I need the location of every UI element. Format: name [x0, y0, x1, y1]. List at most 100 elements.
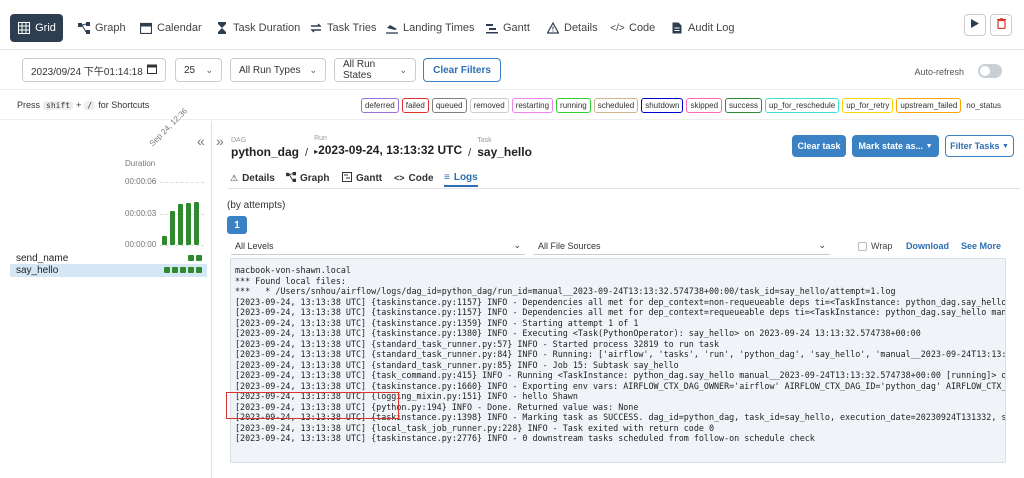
- log-level-select[interactable]: All Levels ⌄: [231, 237, 525, 255]
- tab-code[interactable]: </> Code: [605, 14, 661, 42]
- date-picker[interactable]: 2023/09/24 下午01:14:18: [22, 58, 166, 82]
- legend-queued[interactable]: queued: [431, 98, 467, 113]
- run-state-select[interactable]: All Run States ⌄: [334, 58, 416, 82]
- task-instance-success[interactable]: [172, 267, 178, 273]
- run-count-value: 25: [184, 64, 196, 76]
- breadcrumb-dag[interactable]: DAG python_dag: [231, 137, 299, 159]
- tab-task-graph[interactable]: Graph: [286, 169, 329, 187]
- tab-label: Code: [629, 22, 656, 34]
- shortcut-text: Press: [17, 100, 41, 110]
- tab-task-duration[interactable]: Task Duration: [209, 14, 306, 42]
- shortcut-key: shift: [43, 100, 74, 110]
- wrap-label: Wrap: [871, 241, 893, 251]
- run-type-value: All Run Types: [239, 64, 301, 76]
- log-source-select[interactable]: All File Sources ⌄: [534, 237, 830, 255]
- legend-failed[interactable]: failed: [401, 98, 429, 113]
- run-type-select[interactable]: All Run Types ⌄: [230, 58, 326, 82]
- log-line: [2023-09-24, 13:13:38 UTC] {taskinstance…: [235, 433, 815, 443]
- task-instance-success[interactable]: [180, 267, 186, 273]
- task-instance-success[interactable]: [196, 255, 202, 261]
- legend-running[interactable]: running: [556, 98, 591, 113]
- tab-audit-log[interactable]: Audit Log: [664, 14, 740, 42]
- clear-task-button[interactable]: Clear task: [792, 135, 846, 157]
- task-instance-success[interactable]: [196, 267, 202, 273]
- tab-grid[interactable]: Grid: [10, 14, 63, 42]
- clear-filters-button[interactable]: Clear Filters: [423, 58, 501, 82]
- tab-task-code[interactable]: <> Code: [394, 169, 434, 187]
- trigger-dag-button[interactable]: [964, 14, 986, 36]
- see-more-link[interactable]: See More: [961, 241, 1001, 251]
- download-link[interactable]: Download: [906, 241, 949, 251]
- breadcrumb-task[interactable]: Task say_hello: [477, 137, 532, 159]
- panel-divider[interactable]: [211, 121, 212, 478]
- list-icon: ≡: [444, 171, 450, 183]
- duration-tick: 00:00:03: [125, 209, 157, 218]
- run-state-value: All Run States: [343, 59, 376, 81]
- duration-tick: 00:00:00: [125, 240, 157, 249]
- wrap-checkbox[interactable]: [858, 241, 867, 251]
- legend-no-status[interactable]: no_status: [964, 98, 1001, 113]
- duration-bar[interactable]: [186, 203, 191, 245]
- duration-tick: 00:00:06: [125, 177, 157, 186]
- legend-scheduled[interactable]: scheduled: [593, 98, 639, 113]
- tab-task-gantt[interactable]: Gantt: [342, 169, 382, 187]
- legend-restarting[interactable]: restarting: [511, 98, 554, 113]
- warning-triangle-icon: [546, 22, 559, 35]
- grid-icon: [17, 22, 30, 35]
- log-viewer[interactable]: macbook-von-shawn.local *** Found local f…: [230, 258, 1006, 463]
- duration-bar[interactable]: [170, 211, 175, 245]
- legend-removed[interactable]: removed: [469, 98, 509, 113]
- document-icon: [670, 22, 683, 35]
- legend-upstream-failed[interactable]: upstream_failed: [896, 98, 962, 113]
- trash-icon: [996, 17, 1006, 32]
- collapse-grid-icon[interactable]: «: [197, 133, 205, 149]
- delete-dag-button[interactable]: [990, 14, 1012, 36]
- state-legend: deferred failed queued removed restarting run…: [360, 98, 1001, 113]
- task-instance-success[interactable]: [188, 255, 194, 261]
- duration-bar[interactable]: [162, 236, 167, 245]
- landing-icon: [385, 22, 398, 35]
- legend-skipped[interactable]: skipped: [686, 98, 723, 113]
- task-instance-success[interactable]: [188, 267, 194, 273]
- tab-details[interactable]: Details: [540, 14, 604, 42]
- tab-label: Details: [564, 22, 598, 34]
- legend-shutdown[interactable]: shutdown: [641, 98, 684, 113]
- run-count-select[interactable]: 25 ⌄: [175, 58, 222, 82]
- shortcut-key: /: [84, 100, 96, 110]
- duration-bar[interactable]: [194, 202, 199, 245]
- caret-down-icon: ▼: [925, 142, 933, 150]
- gantt-icon: [485, 22, 498, 35]
- wrap-toggle[interactable]: Wrap: [858, 241, 892, 251]
- legend-up-for-retry[interactable]: up_for_retry: [842, 98, 894, 113]
- caret-down-icon: ▼: [1001, 142, 1009, 150]
- auto-refresh-label: Auto-refresh: [914, 67, 964, 77]
- expand-details-icon[interactable]: »: [216, 133, 224, 149]
- log-line: *** Found local files:: [235, 275, 346, 286]
- tab-task-logs[interactable]: ≡ Logs: [444, 169, 478, 187]
- auto-refresh-toggle[interactable]: [978, 64, 1002, 78]
- tab-label: Gantt: [503, 22, 530, 34]
- calendar-icon: [147, 64, 157, 77]
- log-line: [2023-09-24, 13:13:38 UTC] {taskinstance…: [235, 328, 921, 338]
- legend-row: Press shift + / for Shortcuts deferred fa…: [0, 92, 1024, 120]
- log-line: [2023-09-24, 13:13:38 UTC] {task_command…: [235, 370, 1006, 380]
- tab-landing-times[interactable]: Landing Times: [379, 14, 481, 42]
- tab-gantt[interactable]: Gantt: [479, 14, 536, 42]
- breadcrumb-run[interactable]: Run ▸2023-09-24, 13:13:32 UTC: [314, 135, 462, 159]
- tab-task-tries[interactable]: Task Tries: [303, 14, 383, 42]
- mark-state-button[interactable]: Mark state as... ▼: [852, 135, 939, 157]
- tab-task-details[interactable]: ⚠ Details: [230, 169, 275, 187]
- filter-tasks-button[interactable]: Filter Tasks ▼: [945, 135, 1014, 157]
- breadcrumb-separator: /: [305, 147, 309, 159]
- task-instance-success[interactable]: [164, 267, 170, 273]
- attempt-1-button[interactable]: 1: [227, 216, 247, 234]
- duration-bar[interactable]: [178, 204, 183, 245]
- filter-tasks-label: Filter Tasks: [950, 141, 1000, 151]
- legend-up-for-reschedule[interactable]: up_for_reschedule: [764, 98, 840, 113]
- tab-graph[interactable]: Graph: [71, 14, 132, 42]
- tab-calendar[interactable]: Calendar: [133, 14, 208, 42]
- legend-deferred[interactable]: deferred: [360, 98, 399, 113]
- legend-success[interactable]: success: [725, 98, 762, 113]
- duration-label: Duration: [125, 159, 156, 168]
- shortcut-text: for Shortcuts: [98, 100, 150, 110]
